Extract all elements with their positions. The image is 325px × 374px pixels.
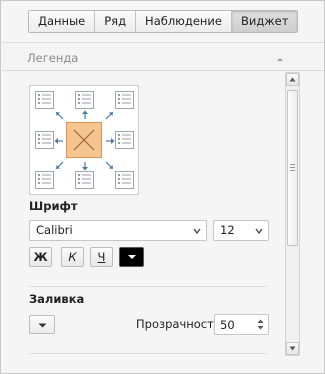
arrow-right-icon <box>106 138 115 144</box>
legend-bottom-right-icon[interactable] <box>115 171 134 189</box>
arrow-down-left-icon <box>56 161 64 169</box>
arrow-down-icon <box>82 162 88 171</box>
arrow-down-right-icon <box>105 161 113 169</box>
grip-line <box>290 167 295 168</box>
legend-position-grid <box>29 85 139 195</box>
legend-top-center-icon[interactable] <box>75 91 94 109</box>
font-section-label: Шрифт <box>29 199 78 213</box>
section-title: Легенда <box>27 51 79 65</box>
fill-section-label: Заливка <box>29 292 85 306</box>
chevron-down-icon <box>193 228 201 235</box>
scroll-thumb[interactable] <box>287 90 298 246</box>
italic-button[interactable]: К <box>61 247 84 267</box>
bold-button[interactable]: Ж <box>29 247 52 267</box>
grip-line <box>290 164 295 165</box>
legend-bottom-center-icon[interactable] <box>75 171 94 189</box>
tab-series[interactable]: Ряд <box>95 11 137 32</box>
legend-top-left-icon[interactable] <box>35 91 54 109</box>
chevron-down-icon <box>289 346 296 351</box>
tab-widget[interactable]: Виджет <box>231 11 298 32</box>
legend-section-header[interactable]: Легенда <box>2 46 323 71</box>
settings-tabs: Данные Ряд Наблюдение Виджет <box>28 10 299 33</box>
arrow-up-icon <box>82 110 88 119</box>
chevron-up-icon <box>289 77 296 82</box>
widget-settings-panel: Данные Ряд Наблюдение Виджет Легенда Шри… <box>0 0 325 374</box>
chevron-down-icon <box>255 228 263 235</box>
transparency-value: 50 <box>220 318 235 332</box>
tab-data[interactable]: Данные <box>29 11 96 32</box>
tab-observation[interactable]: Наблюдение <box>136 11 232 32</box>
transparency-label: Прозрачность <box>136 317 221 331</box>
legend-bottom-left-icon[interactable] <box>35 171 54 189</box>
scroll-up-button[interactable] <box>286 73 299 86</box>
chevron-down-icon <box>128 255 136 259</box>
font-family-value: Calibri <box>36 223 73 237</box>
font-size-value: 12 <box>220 223 235 237</box>
vertical-scrollbar[interactable] <box>285 72 300 356</box>
legend-top-right-icon[interactable] <box>115 91 134 109</box>
section-divider <box>29 286 267 287</box>
collapse-icon[interactable] <box>275 54 285 64</box>
transparency-spinner[interactable]: 50 <box>214 314 269 335</box>
legend-middle-left-icon[interactable] <box>35 131 54 149</box>
tabs-divider <box>2 42 323 43</box>
spinner-arrows-icon[interactable] <box>256 317 265 332</box>
grip-line <box>290 170 295 171</box>
font-size-select[interactable]: 12 <box>213 220 269 241</box>
font-family-select[interactable]: Calibri <box>29 220 207 241</box>
scroll-down-button[interactable] <box>286 342 299 355</box>
font-color-button[interactable] <box>119 247 144 267</box>
fill-color-button[interactable] <box>29 315 55 334</box>
underline-button[interactable]: Ч <box>90 247 113 267</box>
legend-section-content: Шрифт Calibri 12 Ж К Ч Заливка Прозрачно… <box>2 72 284 361</box>
chevron-down-icon <box>38 323 47 328</box>
no-legend-icon[interactable] <box>66 122 102 158</box>
arrow-up-left-icon <box>56 112 64 120</box>
arrow-up-right-icon <box>105 112 113 120</box>
section-divider <box>29 353 267 354</box>
legend-middle-right-icon[interactable] <box>115 131 134 149</box>
arrow-left-icon <box>54 138 63 144</box>
